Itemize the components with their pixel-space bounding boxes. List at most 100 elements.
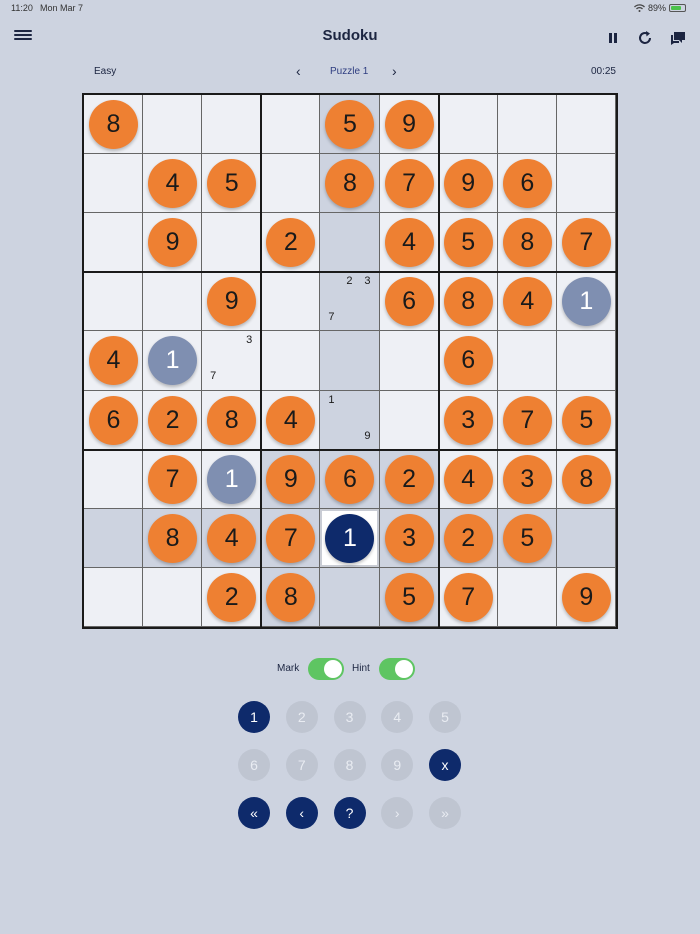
digit-key-7[interactable]: 7 bbox=[285, 749, 318, 781]
digit-key-3[interactable]: 3 bbox=[333, 701, 366, 733]
board-cell[interactable]: 4 bbox=[84, 331, 144, 391]
board-cell[interactable]: 23 7 bbox=[320, 272, 380, 332]
digit-key-2[interactable]: 2 bbox=[285, 701, 318, 733]
board-cell[interactable]: 4 bbox=[379, 213, 439, 273]
board-cell[interactable] bbox=[379, 331, 439, 391]
next-puzzle-button[interactable]: › bbox=[392, 63, 397, 79]
board-cell[interactable] bbox=[84, 449, 144, 509]
board-cell[interactable]: 4 bbox=[143, 154, 203, 214]
board-cell[interactable]: 9 bbox=[379, 95, 439, 155]
digit-key-6[interactable]: 6 bbox=[238, 749, 270, 781]
board-cell[interactable]: 7 bbox=[143, 449, 203, 509]
board-cell[interactable] bbox=[497, 567, 557, 627]
chat-icon[interactable] bbox=[668, 28, 688, 48]
board-cell[interactable] bbox=[556, 95, 616, 155]
board-cell[interactable]: 6 bbox=[438, 331, 498, 391]
board-cell[interactable]: 5 bbox=[379, 567, 439, 627]
board-cell[interactable] bbox=[202, 95, 262, 155]
board-cell[interactable]: 8 bbox=[497, 213, 557, 273]
redo-button[interactable]: › bbox=[381, 797, 414, 829]
board-cell[interactable]: 6 bbox=[84, 390, 144, 450]
board-cell[interactable]: 4 bbox=[202, 508, 262, 568]
board-cell[interactable]: 8 bbox=[84, 95, 144, 155]
mark-toggle[interactable] bbox=[308, 658, 344, 680]
board-cell[interactable]: 9 bbox=[556, 567, 616, 627]
board-cell[interactable] bbox=[84, 508, 144, 568]
board-cell[interactable]: 8 bbox=[261, 567, 321, 627]
board-cell[interactable]: 8 bbox=[556, 449, 616, 509]
board-cell[interactable]: 6 bbox=[497, 154, 557, 214]
board-cell[interactable]: 4 bbox=[261, 390, 321, 450]
board-cell[interactable]: 2 bbox=[143, 390, 203, 450]
board-cell[interactable]: 4 bbox=[438, 449, 498, 509]
board-cell[interactable]: 2 bbox=[261, 213, 321, 273]
board-cell[interactable]: 1 bbox=[143, 331, 203, 391]
board-cell[interactable]: 8 bbox=[143, 508, 203, 568]
digit-key-4[interactable]: 4 bbox=[381, 701, 414, 733]
board-cell[interactable] bbox=[379, 390, 439, 450]
board-cell[interactable] bbox=[143, 95, 203, 155]
board-cell[interactable] bbox=[497, 95, 557, 155]
board-cell[interactable] bbox=[320, 567, 380, 627]
digit-key-1[interactable]: 1 bbox=[238, 701, 270, 733]
board-cell[interactable]: 19 bbox=[320, 390, 380, 450]
board-cell[interactable]: 4 bbox=[497, 272, 557, 332]
digit-key-8[interactable]: 8 bbox=[333, 749, 366, 781]
digit-key-9[interactable]: 9 bbox=[381, 749, 414, 781]
board-cell[interactable]: 7 bbox=[556, 213, 616, 273]
board-cell[interactable] bbox=[143, 567, 203, 627]
undo-button[interactable]: ‹ bbox=[285, 797, 318, 829]
board-cell[interactable]: 9 bbox=[261, 449, 321, 509]
board-cell[interactable]: 37 bbox=[202, 331, 262, 391]
board-cell[interactable]: 7 bbox=[261, 508, 321, 568]
board-cell[interactable]: 3 bbox=[438, 390, 498, 450]
first-step-button[interactable]: « bbox=[238, 797, 270, 829]
board-cell[interactable]: 2 bbox=[202, 567, 262, 627]
board-cell[interactable]: 1 bbox=[202, 449, 262, 509]
board-cell[interactable]: 7 bbox=[379, 154, 439, 214]
board-cell[interactable]: 3 bbox=[379, 508, 439, 568]
board-cell[interactable]: 5 bbox=[202, 154, 262, 214]
board-cell[interactable]: 9 bbox=[202, 272, 262, 332]
board-cell[interactable]: 6 bbox=[320, 449, 380, 509]
board-cell[interactable]: 7 bbox=[438, 567, 498, 627]
previous-puzzle-button[interactable]: ‹ bbox=[296, 63, 301, 79]
board-cell[interactable] bbox=[556, 508, 616, 568]
board-cell[interactable] bbox=[320, 331, 380, 391]
board-cell[interactable]: 2 bbox=[379, 449, 439, 509]
hint-toggle[interactable] bbox=[379, 658, 415, 680]
board-cell[interactable] bbox=[556, 154, 616, 214]
board-cell[interactable] bbox=[84, 272, 144, 332]
board-cell[interactable]: 8 bbox=[320, 154, 380, 214]
board-cell[interactable]: 9 bbox=[143, 213, 203, 273]
board-cell[interactable] bbox=[438, 95, 498, 155]
refresh-icon[interactable] bbox=[635, 28, 655, 48]
board-cell[interactable] bbox=[84, 567, 144, 627]
board-cell[interactable]: 6 bbox=[379, 272, 439, 332]
last-step-button[interactable]: » bbox=[429, 797, 461, 829]
board-cell[interactable]: 8 bbox=[438, 272, 498, 332]
board-cell[interactable]: 1 bbox=[556, 272, 616, 332]
board-cell[interactable] bbox=[261, 154, 321, 214]
board-cell[interactable]: 8 bbox=[202, 390, 262, 450]
board-cell[interactable]: 1 bbox=[320, 508, 380, 568]
pause-icon[interactable] bbox=[603, 28, 623, 48]
board-cell[interactable] bbox=[261, 331, 321, 391]
board-cell[interactable]: 2 bbox=[438, 508, 498, 568]
board-cell[interactable] bbox=[202, 213, 262, 273]
board-cell[interactable] bbox=[261, 272, 321, 332]
board-cell[interactable]: 7 bbox=[497, 390, 557, 450]
board-cell[interactable]: 5 bbox=[556, 390, 616, 450]
digit-key-5[interactable]: 5 bbox=[429, 701, 461, 733]
erase-button[interactable]: x bbox=[429, 749, 461, 781]
board-cell[interactable]: 5 bbox=[320, 95, 380, 155]
puzzle-label[interactable]: Puzzle 1 bbox=[330, 66, 368, 77]
board-cell[interactable] bbox=[556, 331, 616, 391]
hint-button[interactable]: ? bbox=[333, 797, 366, 829]
board-cell[interactable]: 9 bbox=[438, 154, 498, 214]
board-cell[interactable] bbox=[497, 331, 557, 391]
board-cell[interactable] bbox=[143, 272, 203, 332]
board-cell[interactable] bbox=[261, 95, 321, 155]
board-cell[interactable]: 5 bbox=[438, 213, 498, 273]
board-cell[interactable]: 3 bbox=[497, 449, 557, 509]
